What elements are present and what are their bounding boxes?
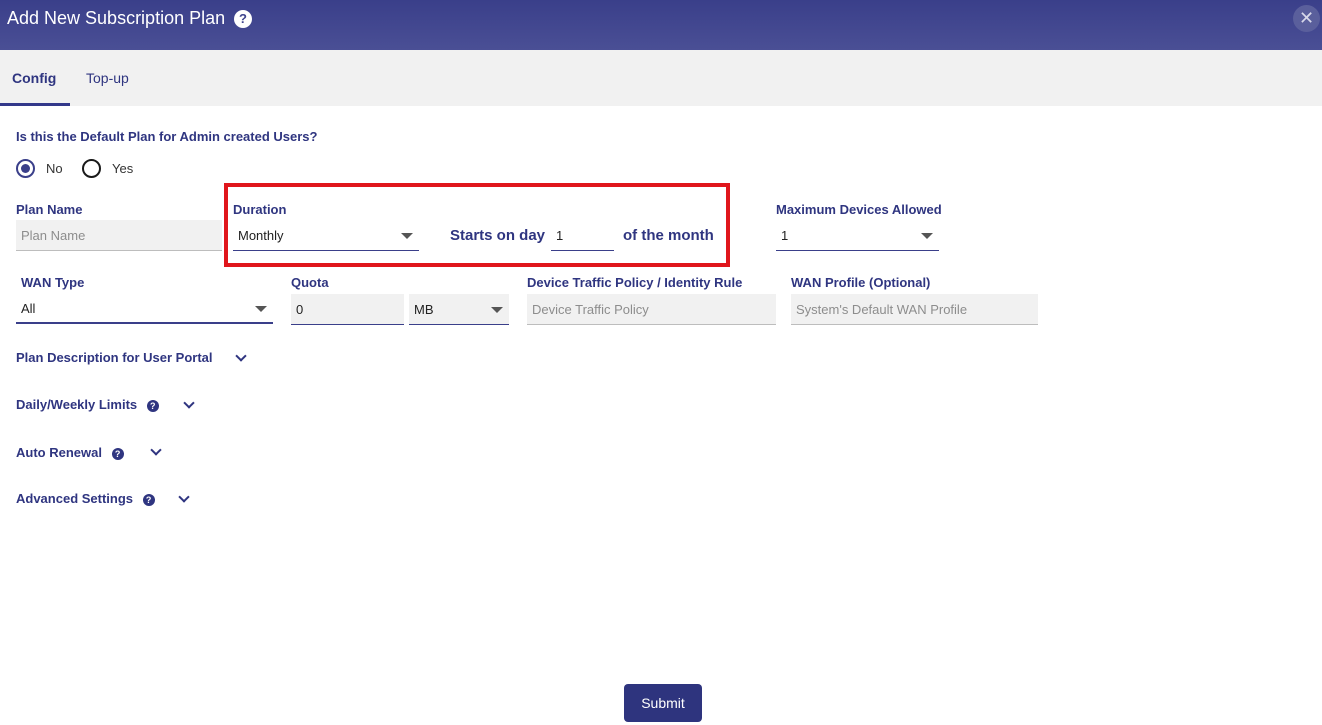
dropdown-arrow-icon: [491, 307, 503, 313]
default-plan-question: Is this the Default Plan for Admin creat…: [16, 129, 318, 144]
chevron-down-icon[interactable]: [150, 444, 162, 456]
device-traffic-label: Device Traffic Policy / Identity Rule: [527, 275, 743, 290]
close-icon[interactable]: ✕: [1293, 5, 1320, 32]
start-day-input[interactable]: 1: [551, 220, 614, 251]
chevron-down-icon[interactable]: [178, 491, 190, 503]
section-auto-renewal-label: Auto Renewal: [16, 445, 102, 460]
max-devices-selected-value: 1: [781, 228, 789, 243]
active-tab-indicator: [0, 103, 70, 106]
section-daily-weekly-limits[interactable]: Daily/Weekly Limits ?: [16, 397, 159, 412]
radio-no[interactable]: [16, 159, 35, 178]
plan-name-label: Plan Name: [16, 202, 83, 217]
section-plan-description[interactable]: Plan Description for User Portal: [16, 350, 213, 365]
starts-on-text: Starts on day: [450, 227, 546, 244]
wan-type-label: WAN Type: [21, 275, 85, 290]
radio-no-label: No: [46, 161, 63, 176]
help-icon[interactable]: ?: [234, 10, 252, 28]
dropdown-arrow-icon: [401, 233, 413, 239]
device-traffic-input[interactable]: Device Traffic Policy: [527, 294, 776, 325]
dropdown-arrow-icon: [921, 233, 933, 239]
chevron-down-icon[interactable]: [235, 350, 247, 362]
tab-top-up[interactable]: Top-up: [86, 70, 129, 86]
chevron-down-icon[interactable]: [183, 397, 195, 409]
help-icon[interactable]: ?: [146, 399, 159, 412]
help-icon[interactable]: ?: [111, 447, 124, 460]
tab-bar: Config Top-up: [0, 50, 1322, 106]
max-devices-label: Maximum Devices Allowed: [776, 202, 942, 217]
quota-unit-value: MB: [414, 302, 434, 317]
dialog-title: Add New Subscription Plan: [7, 8, 226, 28]
duration-select[interactable]: Monthly: [233, 220, 419, 251]
section-advanced-settings-label: Advanced Settings: [16, 491, 134, 506]
tab-config[interactable]: Config: [12, 70, 56, 86]
wan-type-select[interactable]: All: [16, 293, 273, 324]
section-plan-description-label: Plan Description for User Portal: [16, 350, 213, 365]
of-the-month-text: of the month: [623, 227, 714, 244]
quota-unit-select[interactable]: MB: [409, 294, 509, 325]
wan-profile-input[interactable]: System's Default WAN Profile: [791, 294, 1038, 325]
plan-name-input[interactable]: Plan Name: [16, 220, 222, 251]
dropdown-arrow-icon: [255, 306, 267, 312]
wan-type-selected-value: All: [21, 301, 36, 316]
section-auto-renewal[interactable]: Auto Renewal ?: [16, 445, 124, 460]
dialog-header: Add New Subscription Plan ? ✕: [0, 0, 1322, 50]
max-devices-select[interactable]: 1: [776, 220, 939, 251]
submit-button[interactable]: Submit: [624, 684, 702, 722]
help-icon[interactable]: ?: [142, 493, 155, 506]
quota-label: Quota: [291, 275, 329, 290]
radio-yes[interactable]: [82, 159, 101, 178]
wan-profile-label: WAN Profile (Optional): [791, 275, 931, 290]
section-daily-weekly-limits-label: Daily/Weekly Limits: [16, 397, 138, 412]
duration-selected-value: Monthly: [238, 228, 284, 243]
radio-yes-label: Yes: [112, 161, 134, 176]
quota-input[interactable]: 0: [291, 294, 404, 325]
duration-label: Duration: [233, 202, 287, 217]
section-advanced-settings[interactable]: Advanced Settings ?: [16, 491, 155, 506]
